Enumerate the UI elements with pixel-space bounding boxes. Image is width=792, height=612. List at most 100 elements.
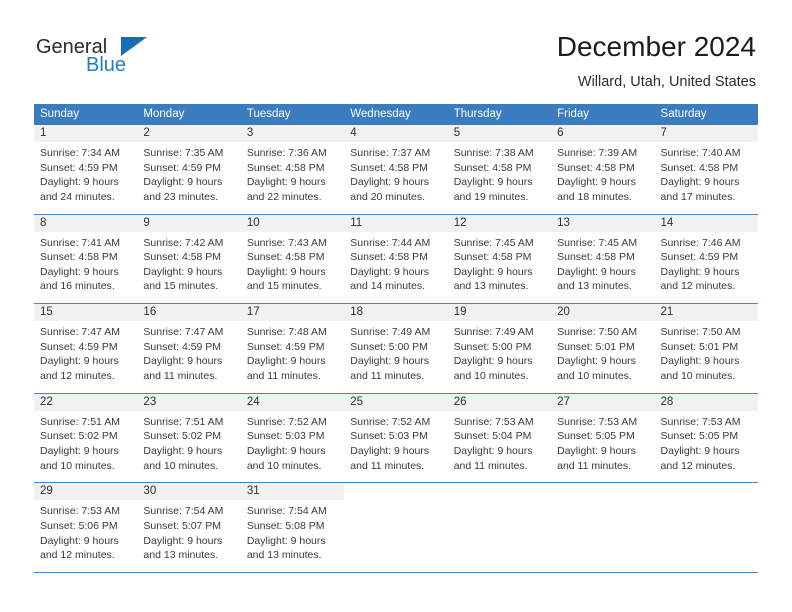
day-cell[interactable]: 10 Sunrise: 7:43 AM Sunset: 4:58 PM Dayligh…: [240, 214, 345, 304]
day-number-strip: 3: [240, 125, 345, 142]
day-detail-line: and 13 minutes.: [143, 549, 219, 562]
weekday-header-sunday: Sunday: [40, 108, 80, 120]
day-number: 24: [246, 395, 260, 408]
day-cell[interactable]: 3 Sunrise: 7:36 AM Sunset: 4:58 PM Daylight…: [240, 125, 345, 214]
weekday-header-monday: Monday: [143, 108, 185, 120]
day-cell[interactable]: 24 Sunrise: 7:52 AM Sunset: 5:03 PM Dayligh…: [240, 393, 345, 483]
page-title: December 2024: [556, 31, 756, 62]
weekday-header-friday: Friday: [557, 108, 590, 120]
day-detail-line: Sunset: 5:02 PM: [40, 430, 118, 443]
day-detail-lines: Sunrise: 7:37 AM Sunset: 4:58 PM Daylight:…: [344, 142, 447, 204]
day-detail-line: Daylight: 9 hours: [40, 444, 119, 457]
day-number: 11: [350, 216, 363, 229]
day-detail-line: Sunrise: 7:37 AM: [350, 147, 431, 159]
day-detail-line: and 13 minutes.: [557, 280, 632, 293]
day-detail-line: Sunset: 4:58 PM: [246, 161, 325, 174]
day-number: 13: [557, 216, 570, 229]
day-detail-line: and 10 minutes.: [453, 369, 529, 382]
day-cell[interactable]: 6 Sunrise: 7:39 AM Sunset: 4:58 PM Daylight…: [551, 125, 655, 214]
weekday-header-saturday: Saturday: [660, 108, 707, 120]
day-detail-line: Sunrise: 7:54 AM: [246, 505, 327, 518]
day-detail-line: Daylight: 9 hours: [557, 355, 636, 368]
day-cell[interactable]: 22 Sunrise: 7:51 AM Sunset: 5:02 PM Dayligh…: [34, 393, 138, 483]
day-detail-line: Sunrise: 7:53 AM: [40, 505, 120, 518]
day-detail-lines: Sunrise: 7:54 AM Sunset: 5:08 PM Daylight:…: [241, 500, 344, 562]
day-number-strip: 19: [447, 304, 552, 322]
day-cell[interactable]: 20 Sunrise: 7:50 AM Sunset: 5:01 PM Dayligh…: [551, 304, 655, 393]
day-cell[interactable]: 25 Sunrise: 7:52 AM Sunset: 5:03 PM Dayligh…: [344, 393, 448, 483]
day-detail-lines: Sunrise: 7:34 AM Sunset: 4:59 PM Daylight:…: [34, 142, 137, 204]
day-cell[interactable]: 27 Sunrise: 7:53 AM Sunset: 5:05 PM Dayligh…: [551, 393, 655, 483]
day-cell[interactable]: 18 Sunrise: 7:49 AM Sunset: 5:00 PM Dayligh…: [344, 304, 448, 393]
day-cell[interactable]: 28 Sunrise: 7:53 AM Sunset: 5:05 PM Dayligh…: [654, 393, 758, 483]
day-cell[interactable]: 30 Sunrise: 7:54 AM Sunset: 5:07 PM Dayligh…: [137, 483, 241, 572]
day-detail-lines: Sunrise: 7:49 AM Sunset: 5:00 PM Daylight:…: [448, 321, 551, 383]
day-detail-line: Sunrise: 7:42 AM: [143, 236, 224, 249]
general-blue-logo[interactable]: General Blue: [36, 36, 156, 84]
day-number: 15: [40, 306, 53, 319]
day-detail-line: and 10 minutes.: [557, 369, 632, 382]
day-detail-line: and 11 minutes.: [246, 369, 321, 382]
day-number-strip: [654, 483, 758, 501]
day-number-strip: 20: [551, 304, 655, 322]
day-cell[interactable]: 4 Sunrise: 7:37 AM Sunset: 4:58 PM Daylight…: [344, 125, 448, 214]
day-detail-line: Daylight: 9 hours: [40, 265, 119, 278]
calendar-week-row: 29 Sunrise: 7:53 AM Sunset: 5:06 PM Dayligh…: [34, 483, 758, 573]
day-cell[interactable]: 8 Sunrise: 7:41 AM Sunset: 4:58 PM Daylight…: [34, 214, 138, 304]
day-detail-line: Sunrise: 7:47 AM: [40, 326, 120, 339]
day-detail-lines: Sunrise: 7:54 AM Sunset: 5:07 PM Daylight:…: [137, 500, 240, 562]
day-number-strip: 25: [344, 393, 448, 411]
day-detail-line: Sunrise: 7:36 AM: [246, 147, 327, 159]
day-number-strip: 5: [447, 125, 552, 142]
day-detail-line: Sunrise: 7:45 AM: [557, 236, 638, 249]
day-number-strip: 27: [551, 393, 655, 411]
day-cell[interactable]: 2 Sunrise: 7:35 AM Sunset: 4:59 PM Daylight…: [137, 125, 241, 214]
day-detail-lines: Sunrise: 7:45 AM Sunset: 4:58 PM Daylight:…: [551, 232, 654, 294]
day-cell[interactable]: 15 Sunrise: 7:47 AM Sunset: 4:59 PM Dayligh…: [34, 304, 138, 393]
day-cell[interactable]: 11 Sunrise: 7:44 AM Sunset: 4:58 PM Dayligh…: [344, 214, 448, 304]
day-cell[interactable]: 14 Sunrise: 7:46 AM Sunset: 4:59 PM Dayligh…: [654, 214, 758, 304]
day-detail-line: Daylight: 9 hours: [350, 176, 430, 189]
day-cell[interactable]: 26 Sunrise: 7:53 AM Sunset: 5:04 PM Dayligh…: [447, 393, 552, 483]
day-cell[interactable]: 9 Sunrise: 7:42 AM Sunset: 4:58 PM Daylight…: [137, 214, 241, 304]
day-detail-line: Daylight: 9 hours: [143, 534, 223, 547]
day-cell[interactable]: 7 Sunrise: 7:40 AM Sunset: 4:58 PM Daylight…: [654, 125, 758, 214]
day-number-strip: 18: [344, 304, 448, 322]
day-detail-line: Daylight: 9 hours: [660, 176, 740, 189]
day-detail-line: Daylight: 9 hours: [350, 355, 430, 368]
day-detail-lines: Sunrise: 7:53 AM Sunset: 5:05 PM Daylight:…: [655, 411, 758, 473]
day-cell[interactable]: 21 Sunrise: 7:50 AM Sunset: 5:01 PM Dayligh…: [654, 304, 758, 393]
day-detail-line: Sunset: 4:59 PM: [40, 161, 118, 174]
day-cell[interactable]: 29 Sunrise: 7:53 AM Sunset: 5:06 PM Dayligh…: [34, 483, 138, 572]
day-detail-line: Daylight: 9 hours: [453, 355, 533, 368]
day-detail-lines: [551, 500, 654, 504]
weekday-header-row: Sunday Monday Tuesday Wednesday Thursday Frid…: [34, 104, 758, 125]
day-detail-line: and 15 minutes.: [246, 280, 322, 293]
day-cell[interactable]: 13 Sunrise: 7:45 AM Sunset: 4:58 PM Dayligh…: [551, 214, 655, 304]
weekday-header-wednesday: Wednesday: [350, 108, 411, 120]
day-cell[interactable]: 5 Sunrise: 7:38 AM Sunset: 4:58 PM Daylight…: [447, 125, 552, 214]
day-number: 29: [40, 485, 53, 498]
day-detail-line: and 16 minutes.: [40, 280, 115, 293]
day-number: 31: [246, 485, 260, 498]
weekday-header-tuesday: Tuesday: [246, 108, 291, 120]
day-detail-line: Sunrise: 7:47 AM: [143, 326, 224, 339]
day-cell-empty: [654, 483, 758, 572]
day-detail-line: Sunset: 4:59 PM: [660, 251, 739, 264]
day-cell[interactable]: 17 Sunrise: 7:48 AM Sunset: 4:59 PM Dayligh…: [240, 304, 345, 393]
day-number: 9: [143, 216, 150, 229]
day-cell[interactable]: 12 Sunrise: 7:45 AM Sunset: 4:58 PM Dayligh…: [447, 214, 552, 304]
day-cell[interactable]: 31 Sunrise: 7:54 AM Sunset: 5:08 PM Dayligh…: [240, 483, 345, 572]
day-detail-line: and 10 minutes.: [40, 459, 115, 472]
day-number-strip: 4: [344, 125, 448, 142]
day-cell[interactable]: 19 Sunrise: 7:49 AM Sunset: 5:00 PM Dayligh…: [447, 304, 552, 393]
day-detail-line: Sunset: 5:01 PM: [660, 340, 739, 353]
day-number-strip: 24: [240, 393, 345, 411]
day-cell[interactable]: 1 Sunrise: 7:34 AM Sunset: 4:59 PM Daylight…: [34, 125, 138, 214]
day-cell[interactable]: 16 Sunrise: 7:47 AM Sunset: 4:59 PM Dayligh…: [137, 304, 241, 393]
day-detail-line: Sunset: 5:08 PM: [246, 519, 325, 532]
day-detail-line: Daylight: 9 hours: [557, 444, 636, 457]
day-detail-line: Daylight: 9 hours: [143, 355, 223, 368]
day-number: 6: [557, 127, 564, 139]
day-cell[interactable]: 23 Sunrise: 7:51 AM Sunset: 5:02 PM Dayligh…: [137, 393, 241, 483]
